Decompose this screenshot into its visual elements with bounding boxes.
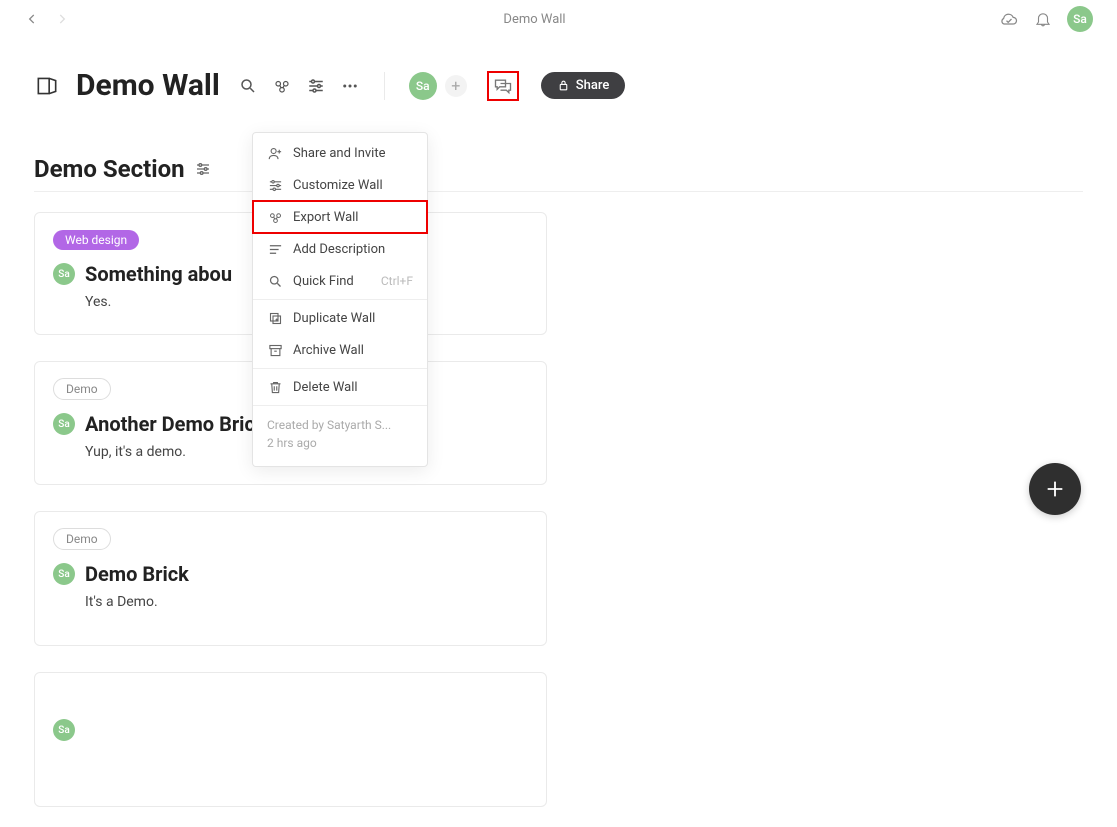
shortcut-label: Ctrl+F <box>381 274 413 288</box>
menu-label: Share and Invite <box>293 146 385 161</box>
author-avatar: Sa <box>53 563 75 585</box>
wall-title: Demo Wall <box>76 68 220 103</box>
brick-card[interactable]: Sa <box>34 672 547 807</box>
more-icon[interactable] <box>340 76 360 96</box>
menu-label: Delete Wall <box>293 380 358 395</box>
menu-label: Quick Find <box>293 274 354 289</box>
brick-title: Another Demo Brick <box>85 412 266 436</box>
menu-label: Customize Wall <box>293 178 383 193</box>
brick-body: It's a Demo. <box>85 594 528 610</box>
section-settings-icon[interactable] <box>195 161 211 177</box>
menu-footer: Created by Satyarth S... 2 hrs ago <box>253 408 427 462</box>
export-icon[interactable] <box>272 76 292 96</box>
menu-label: Export Wall <box>293 210 358 225</box>
forward-icon[interactable] <box>54 11 70 27</box>
author-avatar: Sa <box>53 719 75 741</box>
brick-title: Demo Brick <box>85 562 189 586</box>
cards-container: Web design Sa Something abou Yes. Demo S… <box>0 192 1117 827</box>
menu-separator <box>253 405 427 406</box>
brick-title: Something abou <box>85 262 232 286</box>
share-button[interactable]: Share <box>541 72 626 99</box>
export-icon <box>267 209 283 225</box>
menu-customize-wall[interactable]: Customize Wall <box>253 169 427 201</box>
separator <box>384 72 385 100</box>
sliders-icon[interactable] <box>306 76 326 96</box>
menu-label: Duplicate Wall <box>293 311 375 326</box>
trash-icon <box>267 379 283 395</box>
menu-quick-find[interactable]: Quick Find Ctrl+F <box>253 265 427 297</box>
person-plus-icon <box>267 145 283 161</box>
wall-header: Demo Wall Sa + Share <box>0 38 1117 113</box>
tag-badge[interactable]: Demo <box>53 528 111 550</box>
menu-archive-wall[interactable]: Archive Wall <box>253 334 427 366</box>
sliders-icon <box>267 177 283 193</box>
menu-separator <box>253 299 427 300</box>
tag-badge[interactable]: Demo <box>53 378 111 400</box>
created-time-label: 2 hrs ago <box>267 434 413 452</box>
collaborator-avatar[interactable]: Sa <box>409 72 437 100</box>
menu-duplicate-wall[interactable]: Duplicate Wall <box>253 302 427 334</box>
menu-export-wall[interactable]: Export Wall <box>253 201 427 233</box>
menu-delete-wall[interactable]: Delete Wall <box>253 371 427 403</box>
add-collaborator-button[interactable]: + <box>445 75 467 97</box>
menu-separator <box>253 368 427 369</box>
menu-share-invite[interactable]: Share and Invite <box>253 137 427 169</box>
more-menu: Share and Invite Customize Wall Export W… <box>252 132 428 467</box>
back-icon[interactable] <box>24 11 40 27</box>
menu-label: Archive Wall <box>293 343 364 358</box>
user-avatar[interactable]: Sa <box>1067 6 1093 32</box>
brick-card[interactable]: Demo Sa Demo Brick It's a Demo. <box>34 511 547 646</box>
menu-label: Add Description <box>293 242 385 257</box>
description-icon <box>267 241 283 257</box>
search-icon[interactable] <box>238 76 258 96</box>
author-avatar: Sa <box>53 263 75 285</box>
created-by-label: Created by Satyarth S... <box>267 416 413 434</box>
add-brick-button[interactable] <box>1029 463 1081 515</box>
share-label: Share <box>576 78 610 93</box>
cloud-sync-icon[interactable] <box>999 9 1019 29</box>
author-avatar: Sa <box>53 413 75 435</box>
page-title: Demo Wall <box>70 12 999 27</box>
archive-icon <box>267 342 283 358</box>
section-header: Demo Section <box>0 113 1117 191</box>
wall-icon <box>34 72 62 100</box>
section-title: Demo Section <box>34 155 185 183</box>
chat-button[interactable] <box>487 71 519 101</box>
top-bar: Demo Wall Sa <box>0 0 1117 38</box>
notifications-icon[interactable] <box>1033 9 1053 29</box>
menu-add-description[interactable]: Add Description <box>253 233 427 265</box>
search-icon <box>267 273 283 289</box>
duplicate-icon <box>267 310 283 326</box>
tag-badge[interactable]: Web design <box>53 230 139 250</box>
